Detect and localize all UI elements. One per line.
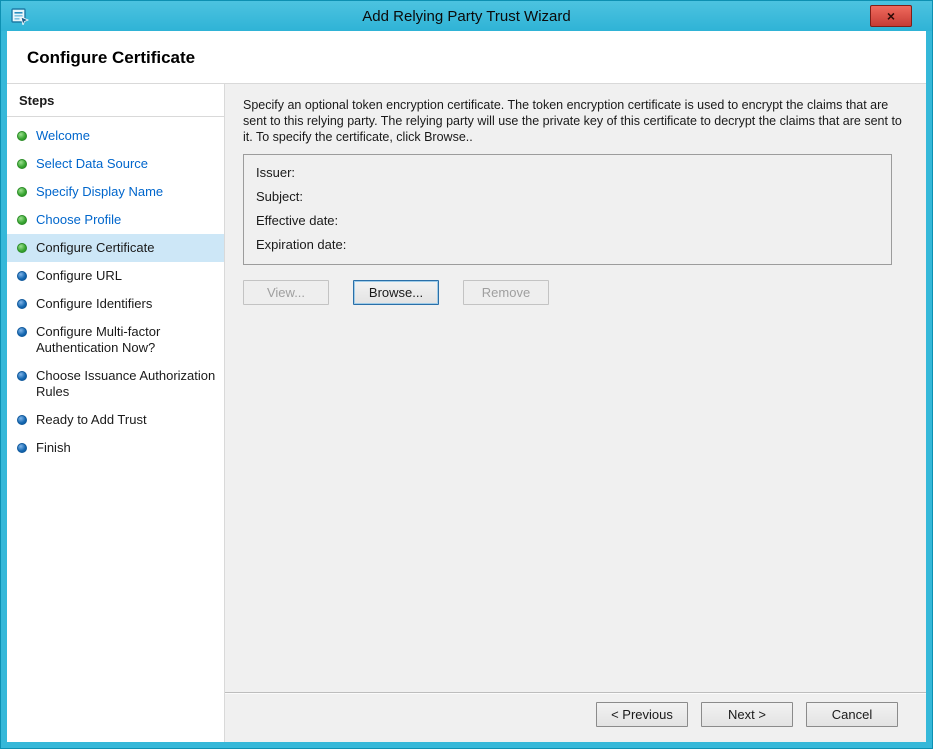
step-label: Select Data Source	[36, 156, 216, 172]
cancel-button[interactable]: Cancel	[806, 702, 898, 727]
view-button: View...	[243, 280, 329, 305]
sidebar-step-ready-to-add-trust: Ready to Add Trust	[7, 406, 224, 434]
description-text: Specify an optional token encryption cer…	[243, 97, 906, 145]
effective-date-label: Effective date:	[256, 213, 879, 228]
step-upcoming-icon	[17, 415, 27, 425]
step-label: Configure Certificate	[36, 240, 216, 256]
step-label: Configure URL	[36, 268, 216, 284]
step-completed-icon	[17, 187, 27, 197]
step-label: Configure Identifiers	[36, 296, 216, 312]
certificate-group: Issuer: Subject: Effective date: Expirat…	[243, 154, 892, 265]
step-label: Choose Profile	[36, 212, 216, 228]
step-upcoming-icon	[17, 299, 27, 309]
sidebar-step-choose-issuance-rules: Choose Issuance Authorization Rules	[7, 362, 224, 406]
step-label: Specify Display Name	[36, 184, 216, 200]
close-button[interactable]: ×	[870, 5, 912, 27]
remove-button: Remove	[463, 280, 549, 305]
step-label: Ready to Add Trust	[36, 412, 216, 428]
close-icon: ×	[887, 9, 895, 23]
step-upcoming-icon	[17, 271, 27, 281]
step-completed-icon	[17, 131, 27, 141]
sidebar-step-configure-multi-factor: Configure Multi-factor Authentication No…	[7, 318, 224, 362]
steps-title: Steps	[7, 84, 224, 117]
sidebar-step-configure-identifiers: Configure Identifiers	[7, 290, 224, 318]
main-panel: Specify an optional token encryption cer…	[225, 84, 926, 742]
subject-label: Subject:	[256, 189, 879, 204]
wizard-window: Add Relying Party Trust Wizard × Configu…	[0, 0, 933, 749]
next-button[interactable]: Next >	[701, 702, 793, 727]
window-body: Configure Certificate Steps Welcome Sele…	[7, 31, 926, 742]
previous-button[interactable]: < Previous	[596, 702, 688, 727]
step-upcoming-icon	[17, 327, 27, 337]
certificate-buttons: View... Browse... Remove	[243, 280, 906, 305]
titlebar[interactable]: Add Relying Party Trust Wizard ×	[1, 1, 932, 31]
step-completed-icon	[17, 215, 27, 225]
step-label: Configure Multi-factor Authentication No…	[36, 324, 216, 356]
expiration-date-label: Expiration date:	[256, 237, 879, 252]
steps-list: Welcome Select Data Source Specify Displ…	[7, 117, 224, 462]
window-title: Add Relying Party Trust Wizard	[1, 8, 932, 25]
sidebar-step-configure-certificate: Configure Certificate	[7, 234, 224, 262]
steps-sidebar: Steps Welcome Select Data Source Specify…	[7, 84, 225, 742]
footer-bar: < Previous Next > Cancel	[225, 692, 926, 742]
page-header: Configure Certificate	[7, 31, 926, 84]
page-title: Configure Certificate	[27, 48, 926, 68]
issuer-label: Issuer:	[256, 165, 879, 180]
browse-button[interactable]: Browse...	[353, 280, 439, 305]
step-label: Finish	[36, 440, 216, 456]
sidebar-step-choose-profile[interactable]: Choose Profile	[7, 206, 224, 234]
step-label: Choose Issuance Authorization Rules	[36, 368, 216, 400]
step-completed-icon	[17, 159, 27, 169]
sidebar-step-finish: Finish	[7, 434, 224, 462]
sidebar-step-specify-display-name[interactable]: Specify Display Name	[7, 178, 224, 206]
sidebar-step-select-data-source[interactable]: Select Data Source	[7, 150, 224, 178]
step-upcoming-icon	[17, 443, 27, 453]
step-label: Welcome	[36, 128, 216, 144]
step-current-icon	[17, 243, 27, 253]
sidebar-step-configure-url: Configure URL	[7, 262, 224, 290]
sidebar-step-welcome[interactable]: Welcome	[7, 122, 224, 150]
step-upcoming-icon	[17, 371, 27, 381]
